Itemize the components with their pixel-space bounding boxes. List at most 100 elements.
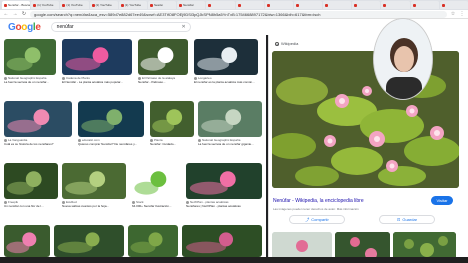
image-result[interactable]: National Geographic España La fuerza secr…: [4, 39, 56, 84]
star-icon[interactable]: ☆: [450, 11, 456, 17]
share-button[interactable]: ⤴ Compartir: [289, 215, 345, 224]
tab-favicon-icon: [354, 3, 358, 7]
share-icon: ⤴: [305, 216, 310, 222]
reload-icon[interactable]: ↻: [21, 11, 27, 17]
image-result[interactable]: La Vanguardia Cuál es su historia de los …: [4, 101, 72, 146]
result-thumbnail[interactable]: [194, 39, 258, 75]
tab-favicon-icon: [4, 3, 7, 7]
tab-strip: Nenúfar - Buscar... (1) YouTube (1) YouTub…: [0, 0, 468, 10]
result-title[interactable]: La fuerza secreta de un nenúfar gigante.…: [198, 142, 262, 146]
browser-tab[interactable]: [235, 1, 264, 9]
browser-tab[interactable]: Sesión: [147, 1, 177, 9]
menu-icon[interactable]: ⋮: [459, 11, 465, 17]
image-result[interactable]: [128, 225, 178, 257]
image-result[interactable]: Stock 64.000+ Nenúfar Ilustración...: [132, 163, 180, 208]
wikipedia-icon: W: [275, 41, 279, 47]
result-title[interactable]: Nenúfar - Palmaso...: [138, 80, 188, 84]
tab-favicon-icon: [208, 3, 212, 7]
tab-label: Nenúfar: [183, 3, 194, 7]
result-thumbnail[interactable]: [132, 163, 180, 199]
panel-source[interactable]: W Wikipedia: [275, 41, 298, 47]
webcam-overlay: [373, 18, 433, 100]
result-title[interactable]: Un nenúfar con una flor de l...: [4, 204, 58, 208]
result-title[interactable]: La fuerza secreta de un nenúfar...: [4, 80, 56, 84]
tab-label: Nenúfar - Buscar...: [8, 3, 31, 7]
result-title[interactable]: 64.000+ Nenúfar Ilustración...: [132, 204, 180, 208]
result-thumbnail[interactable]: [128, 225, 178, 257]
image-result[interactable]: [4, 225, 50, 257]
browser-tab[interactable]: [264, 1, 293, 9]
tab-label: (1) YouTube: [66, 3, 83, 7]
image-result[interactable]: Planta Nenúfar: Cuidado...: [150, 101, 194, 146]
copyright-note: Las imágenes pueden tener derechos de au…: [273, 207, 359, 211]
browser-tab[interactable]: (1) YouTube: [31, 1, 60, 9]
tab-label: (1) YouTube: [37, 3, 54, 7]
image-result[interactable]: Freepik Un nenúfar con una flor de l...: [4, 163, 58, 208]
result-thumbnail[interactable]: [62, 39, 132, 75]
result-title[interactable]: Nueva sabías cuantos por la hoja...: [62, 204, 126, 208]
result-title[interactable]: Cuál es su historia de los nenúfares?: [4, 142, 72, 146]
tab-favicon-icon: [149, 3, 153, 7]
result-thumbnail[interactable]: [150, 101, 194, 137]
result-thumbnail[interactable]: [4, 163, 58, 199]
image-result[interactable]: Cadena de Plants El Nenúfar - La planta a…: [62, 39, 132, 84]
tab-favicon-icon: [295, 3, 299, 7]
browser-tab[interactable]: Nenúfar - Buscar...: [2, 1, 31, 9]
tab-favicon-icon: [33, 3, 37, 7]
search-input[interactable]: nenúfar ✕: [50, 22, 191, 32]
result-thumbnail[interactable]: [54, 225, 124, 257]
back-icon[interactable]: ←: [3, 11, 9, 17]
save-button[interactable]: ⊡ Guardar: [379, 215, 435, 224]
panel-title[interactable]: Nenúfar - Wikipedia, la enciclopedia lib…: [273, 198, 364, 204]
visit-button[interactable]: Visitar: [431, 196, 453, 205]
browser-tab[interactable]: [323, 1, 352, 9]
image-result[interactable]: Longarteo El nenúfar es la planta acuátic…: [194, 39, 258, 84]
result-thumbnail[interactable]: [4, 225, 50, 257]
browser-tab[interactable]: Nenúfar: [177, 1, 206, 9]
image-result[interactable]: EcuRed Nueva sabías cuantos por la hoja..…: [62, 163, 126, 208]
tab-label: Sesión: [153, 3, 164, 7]
url-field[interactable]: google.com/search?q=nenúfar&sca_esv=589d…: [30, 10, 447, 18]
result-title[interactable]: El Nenúfar - La planta acuática más popu…: [62, 80, 132, 84]
browser-tab[interactable]: (1) YouTube: [118, 1, 147, 9]
tab-favicon-icon: [266, 3, 270, 7]
result-thumbnail[interactable]: [138, 39, 188, 75]
image-result[interactable]: NetXPlan - plantas acuáticas Nenúfares | …: [186, 163, 262, 208]
result-title[interactable]: Nenúfar: Cuidado...: [150, 142, 194, 146]
tab-favicon-icon: [120, 3, 124, 7]
result-thumbnail[interactable]: [186, 163, 262, 199]
result-thumbnail[interactable]: [78, 101, 144, 137]
browser-tab[interactable]: [410, 1, 439, 9]
browser-tab[interactable]: [206, 1, 235, 9]
image-result[interactable]: El Palmaso de la atalaya Nenúfar - Palmas…: [138, 39, 188, 84]
image-result[interactable]: educatic.com Quieres comprar Nenúfar? De …: [78, 101, 144, 146]
tab-favicon-icon: [237, 3, 241, 7]
browser-tab[interactable]: [352, 1, 381, 9]
image-result[interactable]: [182, 225, 262, 257]
image-result[interactable]: [54, 225, 124, 257]
google-logo[interactable]: Google: [8, 22, 41, 33]
browser-tab[interactable]: [293, 1, 323, 9]
result-thumbnail[interactable]: [62, 163, 126, 199]
result-title[interactable]: El nenúfar es la planta acuática más com…: [194, 80, 258, 84]
person-video: [374, 19, 432, 99]
result-title[interactable]: Nenúfares | NetXPlan - plantas acuáticas: [186, 204, 262, 208]
browser-tab[interactable]: (1) YouTube: [89, 1, 118, 9]
result-title[interactable]: Quieres comprar Nenúfar? De nenúfares y.…: [78, 142, 144, 146]
result-thumbnail[interactable]: [4, 39, 56, 75]
tab-label: (1) YouTube: [95, 3, 112, 7]
browser-tab[interactable]: (1) YouTube: [60, 1, 89, 9]
preview-panel: W Wikipedia Nenúfar - Wikipedia, la enci…: [268, 35, 468, 263]
os-taskbar: [0, 257, 468, 263]
result-thumbnail[interactable]: [198, 101, 262, 137]
clear-icon[interactable]: ✕: [181, 24, 185, 30]
browser-tab[interactable]: [439, 1, 468, 9]
search-query: nenúfar: [56, 24, 74, 30]
browser-tab[interactable]: [381, 1, 410, 9]
result-thumbnail[interactable]: [182, 225, 262, 257]
image-result[interactable]: National Geographic España La fuerza secr…: [198, 101, 262, 146]
tab-favicon-icon: [441, 3, 445, 7]
tab-favicon-icon: [91, 3, 95, 7]
result-thumbnail[interactable]: [4, 101, 72, 137]
forward-icon[interactable]: →: [12, 11, 18, 17]
